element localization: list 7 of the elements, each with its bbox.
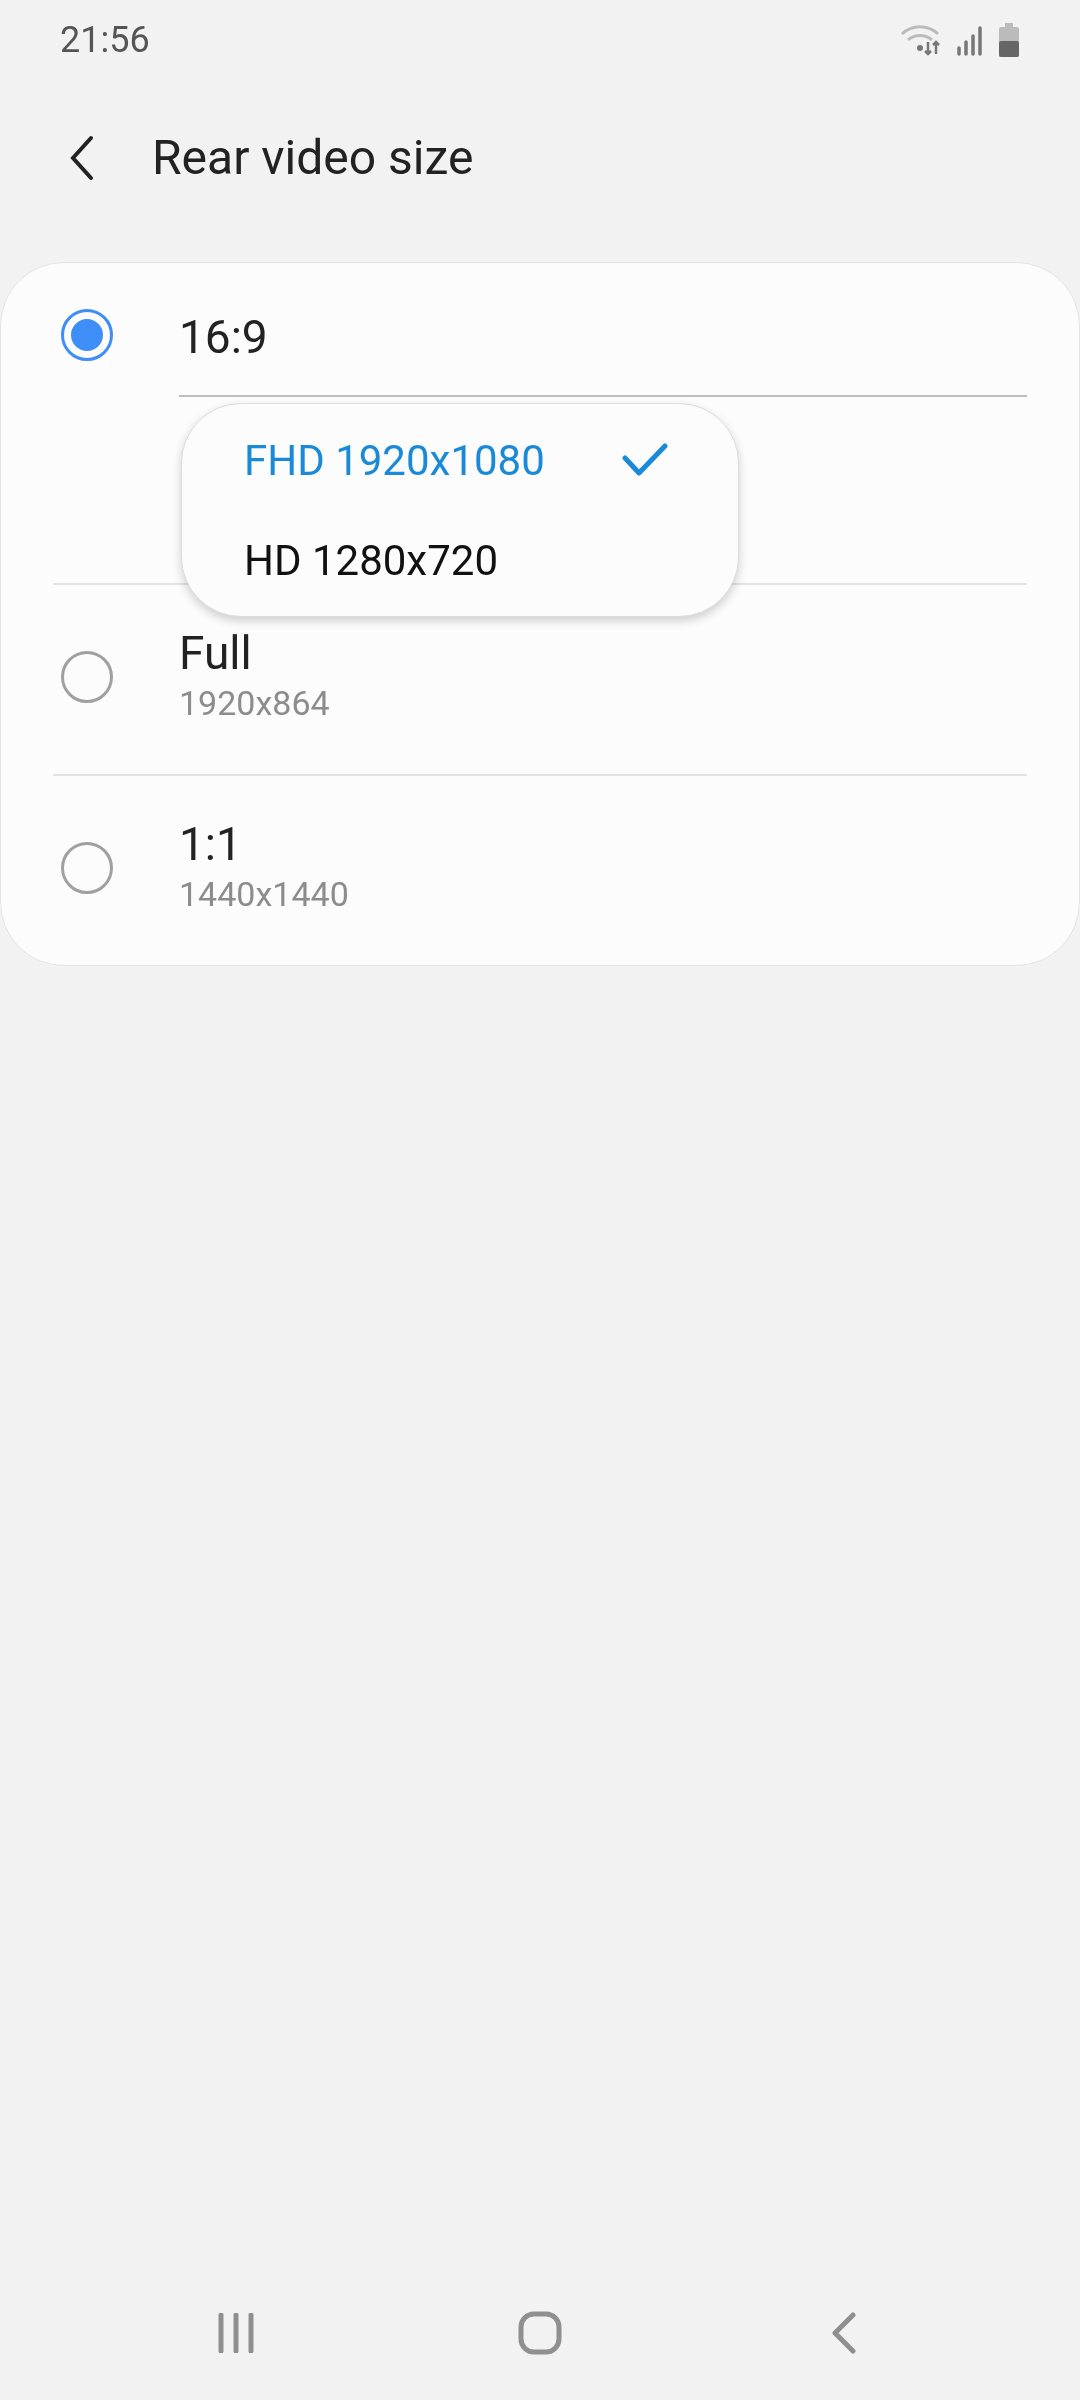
option-title: 16:9 [179, 309, 269, 365]
option-subtitle: 1440x1440 [179, 873, 350, 916]
option-title: Full [179, 625, 253, 681]
option-title: 1:1 [179, 816, 243, 872]
page-title: Rear video size [152, 128, 474, 188]
option-subtitle: 1920x864 [179, 682, 331, 725]
status-time: 21:56 [60, 18, 150, 63]
